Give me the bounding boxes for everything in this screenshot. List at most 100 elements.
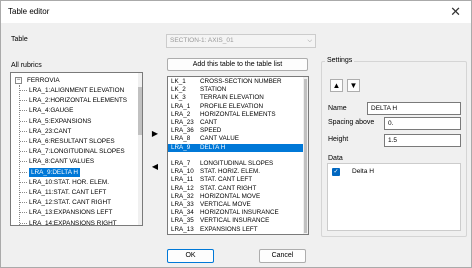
tree-item[interactable]: LRA_9:DELTA H	[29, 167, 81, 177]
close-icon[interactable]: ✕	[450, 4, 461, 20]
table-row-code: LK_1	[171, 78, 186, 85]
table-row-name: VERTICAL MOVE	[200, 201, 251, 208]
tree-connector	[20, 222, 27, 224]
table-row-code: LRA_33	[171, 201, 194, 208]
table-row[interactable]: LRA_7 LONGITUDINAL SLOPES	[168, 160, 303, 168]
tree-connector	[20, 171, 27, 173]
collapse-icon[interactable]: −	[15, 77, 22, 84]
tree-item[interactable]: LRA_7:LONGITUDINAL SLOPES	[29, 147, 125, 156]
table-row[interactable]: LRA_13 EXPANSIONS LEFT	[168, 226, 303, 234]
rubrics-tree[interactable]: − FERROVIA LRA_1:ALIGNMENT ELEVATION LRA_…	[10, 72, 143, 226]
table-row-name: HORIZONTAL ELEMENTS	[200, 110, 276, 118]
tree-item[interactable]: LRA_13:EXPANSIONS LEFT	[29, 208, 112, 217]
table-row[interactable]: LRA_1 PROFILE ELEVATION	[168, 103, 303, 111]
table-row-code: LRA_2	[171, 110, 191, 118]
tree-connector	[20, 130, 27, 132]
table-row-name: STAT. CANT RIGHT	[200, 184, 257, 192]
height-label: Height	[328, 136, 349, 143]
table-row-name: DELTA H	[200, 143, 226, 151]
table-row[interactable]: LK_1 CROSS-SECTION NUMBER	[168, 78, 303, 86]
spacing-above-field[interactable]: 0.	[384, 117, 461, 130]
table-row-name: CANT	[200, 119, 218, 126]
tree-connector	[20, 212, 27, 214]
tree-connector	[20, 161, 27, 163]
tree-item[interactable]: LRA_1:ALIGNMENT ELEVATION	[29, 86, 124, 95]
cancel-button[interactable]: Cancel	[259, 249, 306, 263]
move-right-icon[interactable]: ▶	[149, 128, 161, 140]
tree-item[interactable]: LRA_10:STAT. HOR. ELEM.	[29, 178, 109, 187]
table-row-name: STAT. HORIZ. ELEM.	[200, 168, 260, 176]
delta-h-checkbox[interactable]: ✓	[332, 168, 340, 176]
table-row[interactable]: LRA_32 HORIZONTAL MOVE	[168, 193, 303, 201]
tree-item[interactable]: LRA_8:CANT VALUES	[29, 157, 94, 166]
table-row-code: LRA_13	[171, 225, 194, 233]
table-row-name: VERTICAL INSURANCE	[200, 217, 270, 225]
tree-item[interactable]: LRA_6:RESULTANT SLOPES	[29, 137, 115, 146]
tree-root-ferrovia[interactable]: FERROVIA	[27, 76, 60, 85]
table-row[interactable]: LRA_2 HORIZONTAL ELEMENTS	[168, 111, 303, 119]
table-row[interactable]: LRA_36 SPEED	[168, 127, 303, 135]
table-row-name: CROSS-SECTION NUMBER	[200, 78, 282, 85]
add-table-button[interactable]: Add this table to the table list	[167, 58, 308, 71]
chevron-down-icon: ⌵	[307, 38, 312, 44]
tree-scrollbar[interactable]	[138, 73, 142, 225]
tree-connector	[20, 192, 27, 193]
tree-item[interactable]: LRA_4:GAUGE	[29, 106, 73, 115]
table-row-code: LRA_8	[171, 135, 191, 143]
tree-connector	[20, 100, 27, 102]
table-row[interactable]: LRA_10 STAT. HORIZ. ELEM.	[168, 168, 303, 176]
table-row[interactable]: LK_2 STATION	[168, 86, 303, 94]
tree-item[interactable]: LRA_2:HORIZONTAL ELEMENTS	[29, 96, 127, 105]
table-list[interactable]: LK_1 CROSS-SECTION NUMBER LK_2 STATION LK_3 T…	[167, 76, 309, 235]
table-row-code: LRA_32	[171, 192, 194, 200]
delta-h-checkbox-label: Delta H	[352, 168, 374, 175]
table-scrollbar[interactable]	[303, 77, 308, 234]
table-row[interactable]: LRA_34 HORIZONTAL INSURANCE	[168, 209, 303, 217]
tree-item[interactable]: LRA_14:EXPANSIONS RIGHT	[29, 219, 117, 225]
tree-connector	[20, 151, 27, 153]
move-up-button[interactable]: ▲	[330, 79, 343, 92]
table-row[interactable]: LRA_9 DELTA H	[168, 143, 303, 152]
table-combo-value: SECTION-1: AXIS_01	[170, 37, 234, 44]
data-list[interactable]: ✓ Delta H	[327, 163, 461, 231]
tree-item[interactable]: LRA_11:STAT. CANT LEFT	[29, 188, 106, 197]
ok-button[interactable]: OK	[167, 249, 214, 263]
tree-item[interactable]: LRA_23:CANT	[29, 127, 71, 136]
tree-item[interactable]: LRA_12:STAT. CANT RIGHT	[29, 198, 111, 207]
table-row[interactable]: LRA_23 CANT	[168, 119, 303, 127]
name-field[interactable]: DELTA H	[367, 102, 461, 115]
move-down-button[interactable]: ▼	[347, 79, 360, 92]
table-row-code: LRA_23	[171, 119, 194, 126]
tree-connector	[20, 181, 27, 183]
table-row-name: EXPANSIONS LEFT	[200, 225, 258, 233]
height-field[interactable]: 1.5	[384, 134, 461, 147]
table-row[interactable]: LRA_12 STAT. CANT RIGHT	[168, 185, 303, 193]
tree-connector	[20, 110, 27, 112]
table-row[interactable]	[168, 152, 303, 160]
table-scroll-thumb[interactable]	[304, 79, 307, 233]
spacing-above-label: Spacing above	[328, 119, 375, 126]
table-row[interactable]: LK_3 TERRAIN ELEVATION	[168, 94, 303, 102]
move-left-icon[interactable]: ◀	[149, 161, 161, 173]
all-rubrics-label: All rubrics	[11, 62, 42, 69]
table-row-name: SPEED	[200, 127, 222, 135]
table-row[interactable]: LRA_33 VERTICAL MOVE	[168, 201, 303, 209]
table-row-code: LRA_36	[171, 127, 194, 135]
table-row-name: STATION	[200, 86, 227, 94]
table-row-code: LRA_34	[171, 209, 194, 217]
table-row[interactable]: LRA_35 VERTICAL INSURANCE	[168, 217, 303, 225]
table-row-name: HORIZONTAL MOVE	[200, 192, 261, 200]
table-row-name: STAT. CANT LEFT	[200, 176, 253, 184]
window-title: Table editor	[8, 7, 50, 16]
table-row-name: CANT VALUE	[200, 135, 239, 143]
data-label: Data	[328, 155, 343, 162]
tree-connector	[20, 141, 27, 142]
table-row-code: LRA_11	[171, 176, 194, 184]
tree-scroll-thumb[interactable]	[138, 87, 142, 135]
name-label: Name	[328, 105, 347, 112]
table-combo: SECTION-1: AXIS_01 ⌵	[166, 34, 316, 48]
table-row-code: LK_3	[171, 94, 186, 102]
table-row[interactable]: LRA_8 CANT VALUE	[168, 135, 303, 143]
tree-item[interactable]: LRA_5:EXPANSIONS	[29, 117, 91, 126]
table-row[interactable]: LRA_11 STAT. CANT LEFT	[168, 176, 303, 184]
